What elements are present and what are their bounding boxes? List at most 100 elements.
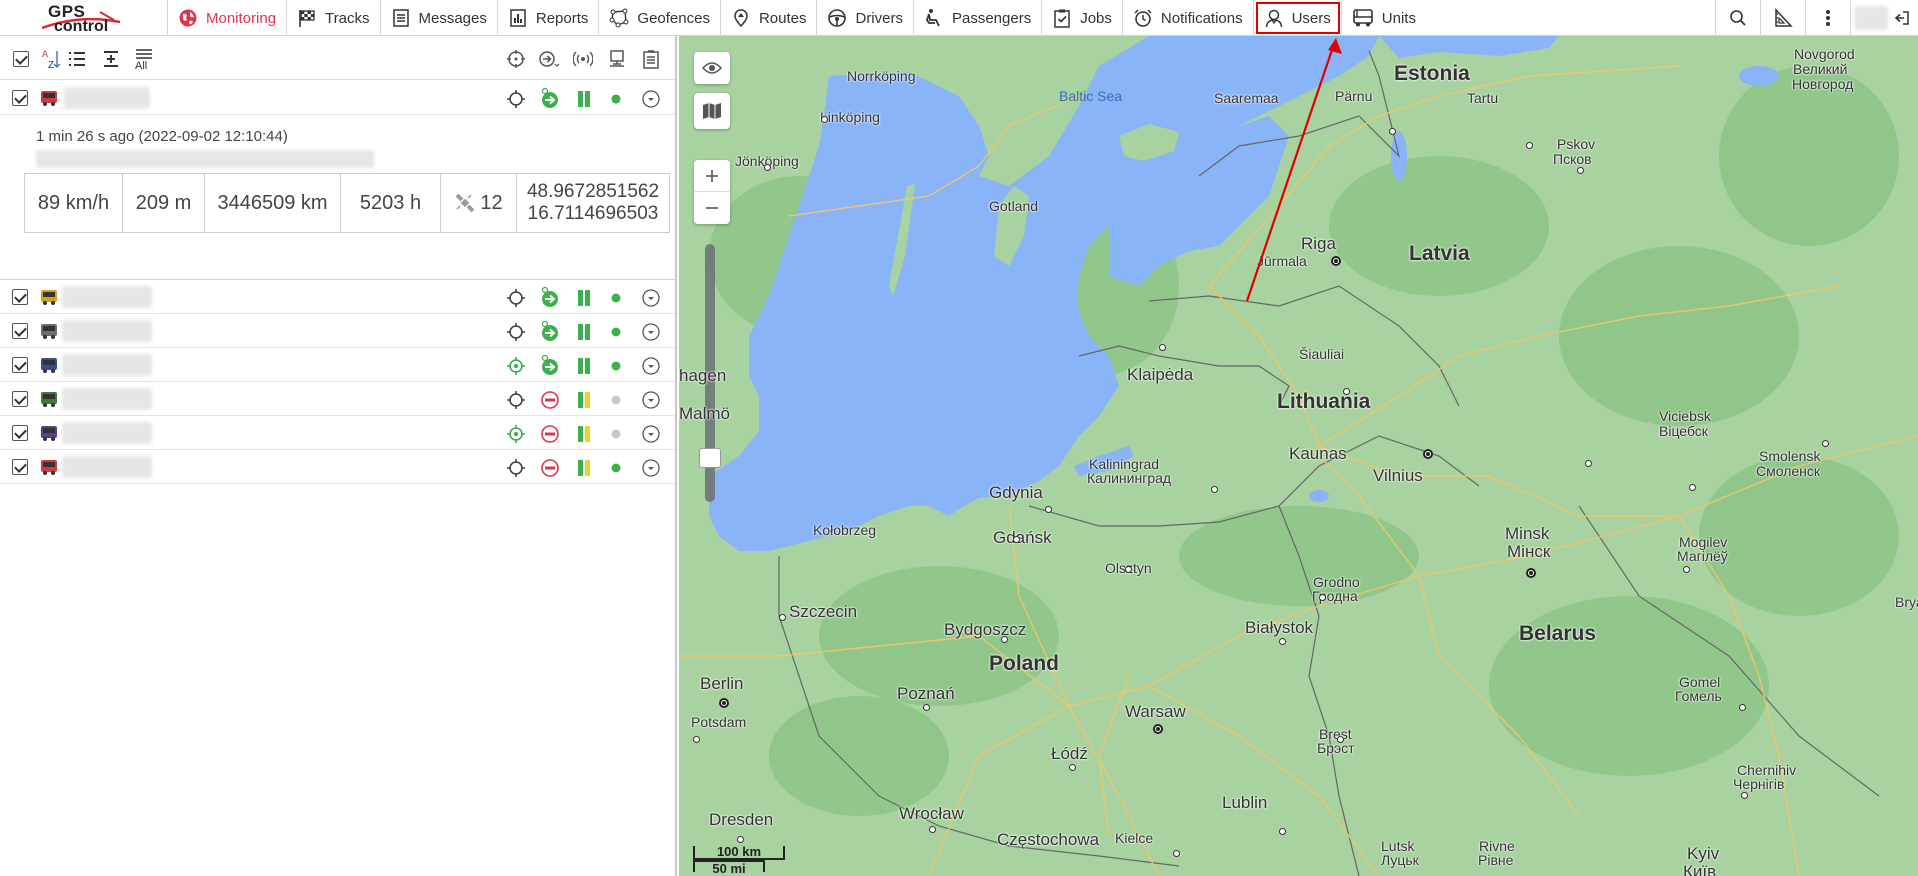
locate-unit-button[interactable] xyxy=(505,287,527,309)
moving-arrow-icon xyxy=(541,88,558,108)
nav-geofences[interactable]: Geofences xyxy=(599,0,721,36)
expand-unit-button[interactable] xyxy=(640,321,662,343)
list-view-button[interactable] xyxy=(66,48,88,70)
signal-icon xyxy=(573,51,593,67)
search-button[interactable] xyxy=(1715,0,1760,36)
moving-arrow-icon xyxy=(541,321,558,341)
connection-status-dot[interactable] xyxy=(605,423,627,445)
crosshair-icon xyxy=(507,459,525,477)
crosshair-icon xyxy=(507,50,525,68)
commands-button[interactable] xyxy=(538,48,560,70)
expand-unit-button[interactable] xyxy=(640,457,662,479)
ignition-indicator[interactable] xyxy=(573,287,595,309)
device-icon xyxy=(610,50,624,67)
ruler-triangle-icon xyxy=(1775,8,1793,27)
nav-users[interactable]: Users xyxy=(1254,0,1342,36)
locate-unit-button[interactable] xyxy=(505,88,527,110)
info-list-button[interactable] xyxy=(640,48,662,70)
unit-checkbox[interactable] xyxy=(12,323,28,339)
connection-status-dot[interactable] xyxy=(605,389,627,411)
nav-units[interactable]: Units xyxy=(1342,0,1426,36)
unit-checkbox[interactable] xyxy=(12,459,28,475)
unit-motion-status[interactable] xyxy=(539,389,561,411)
unit-row[interactable] xyxy=(0,382,675,416)
unit-name-blurred xyxy=(64,87,150,109)
unit-motion-status[interactable] xyxy=(539,355,561,377)
nav-routes[interactable]: Routes xyxy=(721,0,818,36)
connection-status-dot[interactable] xyxy=(605,287,627,309)
clipboard-icon xyxy=(1054,9,1070,28)
unit-row[interactable] xyxy=(0,450,675,484)
map-view[interactable]: Estonia Latvia Lithuania Belarus Poland Balti… xyxy=(679,36,1918,876)
expand-unit-button[interactable] xyxy=(640,423,662,445)
show-all-button[interactable]: All xyxy=(132,48,158,70)
show-all-icon: All xyxy=(135,49,152,70)
user-icon xyxy=(1265,9,1282,28)
nav-messages[interactable]: Messages xyxy=(381,0,498,36)
connection-status-dot[interactable] xyxy=(605,88,627,110)
ignition-indicator[interactable] xyxy=(573,355,595,377)
ignition-indicator[interactable] xyxy=(573,321,595,343)
coordinates-stat: 48.9672851562 16.7114696503 xyxy=(517,174,669,232)
unit-checkbox[interactable] xyxy=(12,425,28,441)
unit-checkbox[interactable] xyxy=(12,391,28,407)
unit-motion-status[interactable] xyxy=(539,321,561,343)
locate-unit-button[interactable] xyxy=(505,389,527,411)
satellites-value: 12 xyxy=(480,191,503,214)
chevron-down-circle-icon xyxy=(642,357,660,375)
add-group-button[interactable] xyxy=(100,48,122,70)
engine-on-indicator[interactable] xyxy=(573,88,595,110)
expand-unit-button[interactable] xyxy=(640,355,662,377)
engine-hours-value: 5203 h xyxy=(341,174,441,232)
more-vertical-icon xyxy=(1826,10,1830,26)
locate-unit-button[interactable] xyxy=(505,457,527,479)
unit-moving-status[interactable] xyxy=(539,88,561,110)
expand-unit-button[interactable] xyxy=(640,389,662,411)
connection-status-dot[interactable] xyxy=(605,321,627,343)
measure-tool-button[interactable] xyxy=(1760,0,1805,36)
expand-unit-button[interactable] xyxy=(640,287,662,309)
unit-checkbox[interactable] xyxy=(12,90,28,106)
app-logo[interactable]: GPS control xyxy=(0,0,168,36)
signal-button[interactable] xyxy=(572,48,594,70)
ignition-indicator[interactable] xyxy=(573,457,595,479)
unit-row[interactable] xyxy=(0,348,675,382)
locate-unit-button[interactable] xyxy=(505,423,527,445)
expand-unit-button[interactable] xyxy=(640,88,662,110)
top-nav-bar: GPS control Monitoring Tracks Messages R… xyxy=(0,0,1918,36)
unit-row-selected[interactable] xyxy=(0,81,675,115)
unit-row[interactable] xyxy=(0,280,675,314)
unit-checkbox[interactable] xyxy=(12,289,28,305)
unit-checkbox[interactable] xyxy=(12,357,28,373)
unit-motion-status[interactable] xyxy=(539,287,561,309)
unit-row[interactable] xyxy=(0,314,675,348)
nav-drivers[interactable]: Drivers xyxy=(817,0,914,36)
nav-passengers[interactable]: Passengers xyxy=(914,0,1043,36)
more-menu-button[interactable] xyxy=(1805,0,1850,36)
locate-all-button[interactable] xyxy=(505,48,527,70)
nav-notifications[interactable]: Notifications xyxy=(1123,0,1254,36)
unit-motion-status[interactable] xyxy=(539,423,561,445)
user-menu[interactable] xyxy=(1850,0,1918,36)
select-all-checkbox[interactable] xyxy=(10,48,32,70)
nav-monitoring-label: Monitoring xyxy=(206,9,277,27)
sort-az-button[interactable]: A Z xyxy=(40,48,62,70)
ignition-bars-icon xyxy=(578,91,590,107)
locate-unit-button[interactable] xyxy=(505,321,527,343)
unit-motion-status[interactable] xyxy=(539,457,561,479)
ignition-indicator[interactable] xyxy=(573,423,595,445)
clipboard-list-icon xyxy=(643,50,659,69)
locate-unit-button[interactable] xyxy=(505,355,527,377)
nav-tracks[interactable]: Tracks xyxy=(287,0,381,36)
nav-messages-label: Messages xyxy=(418,9,487,27)
ignition-indicator[interactable] xyxy=(573,389,595,411)
connection-status-dot[interactable] xyxy=(605,457,627,479)
nav-monitoring[interactable]: Monitoring xyxy=(168,0,288,36)
unit-row[interactable] xyxy=(0,416,675,450)
connection-status-dot[interactable] xyxy=(605,355,627,377)
nav-jobs[interactable]: Jobs xyxy=(1042,0,1123,36)
nav-reports[interactable]: Reports xyxy=(498,0,600,36)
unit-name-blurred xyxy=(62,388,152,410)
unit-name-blurred xyxy=(62,320,152,342)
hardware-button[interactable] xyxy=(606,48,628,70)
